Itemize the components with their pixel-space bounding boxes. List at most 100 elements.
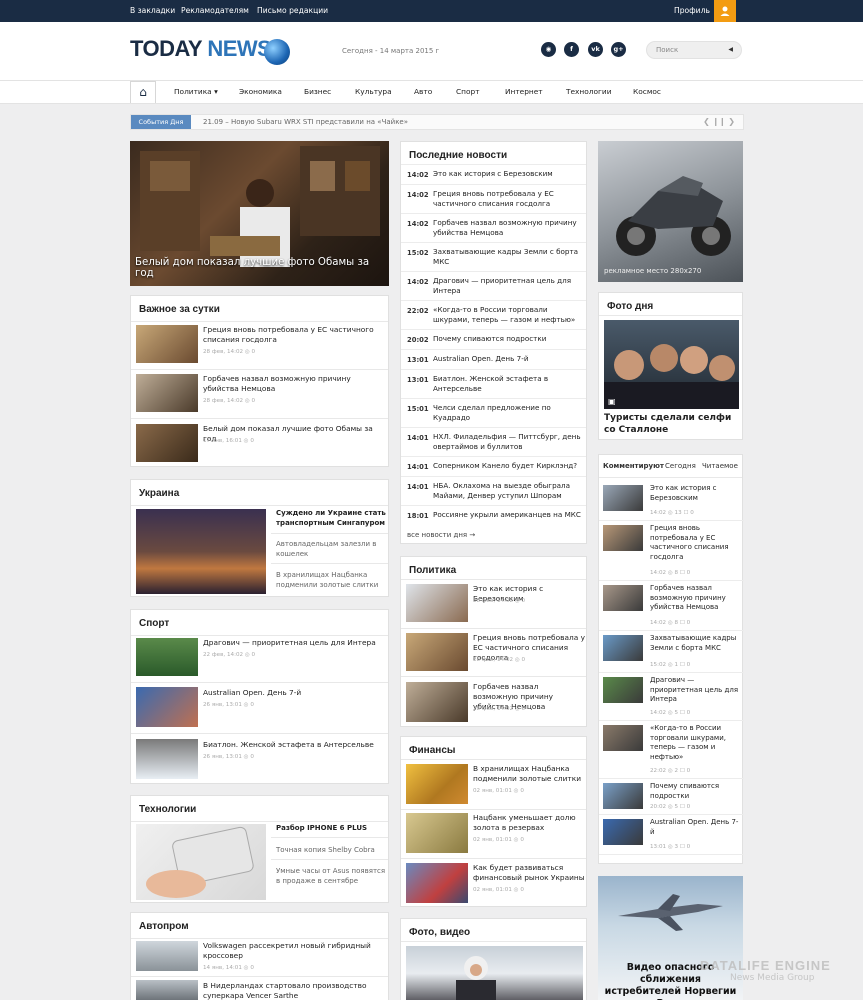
latest-news-row[interactable]: 18:01 Россияне укрыли американцев на МКС	[401, 505, 586, 525]
tab-commented[interactable]: Комментируют	[603, 462, 664, 470]
comment-headline[interactable]: Australian Open. День 7-й	[650, 818, 740, 837]
nav-item-politics[interactable]: Политика ▾	[174, 81, 218, 103]
news-headline[interactable]: Греция вновь потребовала у ЕС частичного…	[433, 189, 583, 209]
hero-feature[interactable]: Белый дом показал лучшие фото Обамы за г…	[130, 141, 389, 286]
news-headline[interactable]: НБА. Оклахома на выезде обыграла Майами,…	[433, 481, 583, 501]
list-item[interactable]: В хранилищах Нацбанка подменили золотые …	[276, 570, 386, 590]
list-item[interactable]: Разбор IPHONE 6 PLUS	[276, 823, 386, 833]
comment-headline[interactable]: «Когда-то в России торговали шкурами, те…	[650, 724, 740, 762]
thumb-image[interactable]	[603, 725, 643, 751]
comment-item[interactable]: «Когда-то в России торговали шкурами, те…	[599, 721, 744, 779]
photo-video-image[interactable]	[406, 946, 583, 1000]
rss-icon[interactable]: ◉	[541, 42, 556, 57]
latest-news-row[interactable]: 15:02 Захватывающие кадры Земли с борта М…	[401, 242, 586, 271]
news-headline[interactable]: Челси сделал предложение по Куадрадо	[433, 403, 583, 423]
comment-headline[interactable]: Почему спиваются подростки	[650, 782, 740, 801]
thumb-image[interactable]	[603, 783, 643, 809]
nav-item-business[interactable]: Бизнес	[304, 81, 331, 103]
latest-news-row[interactable]: 14:02 Драгович — приоритетная цель для Ин…	[401, 271, 586, 300]
thumb-image[interactable]	[603, 585, 643, 611]
home-icon[interactable]: ⌂	[130, 81, 156, 103]
comment-item[interactable]: Почему спиваются подростки 20:02 ◎ 5 ☐ 0	[599, 779, 744, 815]
thumb-image[interactable]	[406, 863, 468, 903]
comment-item[interactable]: Захватывающие кадры Земли с борта МКС 15:…	[599, 631, 744, 673]
latest-news-row[interactable]: 13:01 Australian Open. День 7-й	[401, 349, 586, 369]
events-text[interactable]: 21.09 – Новую Subaru WRX STI представили…	[203, 115, 408, 129]
thumb-image[interactable]	[603, 677, 643, 703]
thumb-image[interactable]	[406, 584, 468, 622]
news-headline[interactable]: Россияне укрыли американцев на МКС	[433, 510, 583, 520]
google-plus-icon[interactable]: g+	[611, 42, 626, 57]
nav-item-culture[interactable]: Культура	[355, 81, 392, 103]
advertisers-link[interactable]: Рекламодателям	[181, 0, 249, 22]
list-item[interactable]: Суждено ли Украине стать транспортным Си…	[276, 508, 386, 528]
latest-news-row[interactable]: 14:01 НХЛ. Филадельфия — Питтсбург, день …	[401, 427, 586, 456]
comment-item[interactable]: Драгович — приоритетная цель для Интера 1…	[599, 673, 744, 721]
editor-letter-link[interactable]: Письмо редакции	[257, 0, 328, 22]
latest-news-row[interactable]: 14:02 Греция вновь потребовала у ЕС части…	[401, 184, 586, 213]
list-item[interactable]: Australian Open. День 7-й	[203, 688, 383, 698]
site-logo[interactable]: TODAY NEWS	[130, 36, 272, 62]
list-item[interactable]: Volkswagen рассекретил новый гибридный к…	[203, 941, 383, 961]
list-item[interactable]: Точная копия Shelby Cobra	[276, 845, 386, 855]
news-headline[interactable]: Почему спиваются подростки	[433, 334, 583, 344]
list-item[interactable]: Драгович — приоритетная цель для Интера	[203, 638, 383, 648]
nav-item-internet[interactable]: Интернет	[505, 81, 543, 103]
news-headline[interactable]: Драгович — приоритетная цель для Интера	[433, 276, 583, 296]
news-headline[interactable]: Соперником Канело будет Кирклэнд?	[433, 461, 583, 471]
comment-item[interactable]: Греция вновь потребовала у ЕС частичного…	[599, 521, 744, 581]
thumb-image[interactable]	[136, 325, 198, 363]
comment-headline[interactable]: Горбачев назвал возможную причину убийст…	[650, 584, 740, 613]
nav-item-space[interactable]: Космос	[633, 81, 661, 103]
thumb-image[interactable]	[406, 764, 468, 804]
vk-icon[interactable]: vk	[588, 42, 603, 57]
thumb-image[interactable]	[406, 633, 468, 671]
comment-item[interactable]: Это как история с Березовским 14:02 ◎ 13 …	[599, 481, 744, 521]
thumb-image[interactable]	[136, 638, 198, 676]
thumb-image[interactable]	[603, 635, 643, 661]
thumb-image[interactable]	[603, 525, 643, 551]
list-item[interactable]: В Нидерландах стартовало производство су…	[203, 981, 383, 1000]
tab-today[interactable]: Сегодня	[665, 462, 696, 470]
hero-caption[interactable]: Белый дом показал лучшие фото Обамы за г…	[135, 257, 389, 279]
list-item[interactable]: Греция вновь потребовала у ЕС частичного…	[203, 325, 383, 345]
list-item[interactable]: В хранилищах Нацбанка подменили золотые …	[473, 764, 585, 784]
latest-news-row[interactable]: 14:01 НБА. Оклахома на выезде обыграла Ма…	[401, 476, 586, 505]
photoday-image[interactable]: ▣	[604, 320, 739, 409]
ad-banner[interactable]: рекламное место 280x270	[598, 141, 743, 282]
nav-item-tech[interactable]: Технологии	[566, 81, 612, 103]
latest-news-row[interactable]: 13:01 Биатлон. Женской эстафета в Антерсе…	[401, 369, 586, 398]
list-item[interactable]: Биатлон. Женской эстафета в Антерсельве	[203, 740, 383, 750]
nav-item-economy[interactable]: Экономика	[239, 81, 282, 103]
facebook-icon[interactable]: f	[564, 42, 579, 57]
latest-news-row[interactable]: 14:02 Это как история с Березовским	[401, 164, 586, 184]
news-headline[interactable]: НХЛ. Филадельфия — Питтсбург, день оверт…	[433, 432, 583, 452]
ukraine-photo[interactable]	[136, 509, 266, 594]
thumb-image[interactable]	[136, 687, 198, 727]
list-item[interactable]: Умные часы от Asus появятся в продаже в …	[276, 866, 386, 886]
user-icon[interactable]	[714, 0, 736, 22]
thumb-image[interactable]	[136, 424, 198, 462]
thumb-image[interactable]	[136, 374, 198, 412]
thumb-image[interactable]	[136, 980, 198, 1000]
latest-news-row[interactable]: 14:01 Соперником Канело будет Кирклэнд?	[401, 456, 586, 476]
photoday-caption[interactable]: Туристы сделали селфи со Сталлоне	[604, 412, 739, 436]
latest-news-row[interactable]: 14:02 Горбачев назвал возможную причину у…	[401, 213, 586, 242]
comment-headline[interactable]: Это как история с Березовским	[650, 484, 740, 503]
search-input[interactable]: Поиск ◀	[646, 41, 742, 59]
list-item[interactable]: Нацбанк уменьшает долю золота в резервах	[473, 813, 585, 833]
ticker-controls[interactable]: ❮ ❙❙ ❯	[703, 115, 735, 129]
comment-item[interactable]: Горбачев назвал возможную причину убийст…	[599, 581, 744, 631]
thumb-image[interactable]	[136, 941, 198, 971]
news-headline[interactable]: Это как история с Березовским	[433, 169, 583, 179]
tab-popular[interactable]: Читаемое	[702, 462, 738, 470]
thumb-image[interactable]	[406, 682, 468, 722]
news-headline[interactable]: Australian Open. День 7-й	[433, 354, 583, 364]
latest-news-row[interactable]: 22:02 «Когда-то в России торговали шкурам…	[401, 300, 586, 329]
list-item[interactable]: Автовладельцам залезли в кошелек	[276, 539, 386, 559]
news-headline[interactable]: Биатлон. Женской эстафета в Антерсельве	[433, 374, 583, 394]
latest-news-row[interactable]: 15:01 Челси сделал предложение по Куадрад…	[401, 398, 586, 427]
bookmark-link[interactable]: В закладки	[130, 0, 175, 22]
thumb-image[interactable]	[603, 485, 643, 511]
thumb-image[interactable]	[136, 739, 198, 779]
